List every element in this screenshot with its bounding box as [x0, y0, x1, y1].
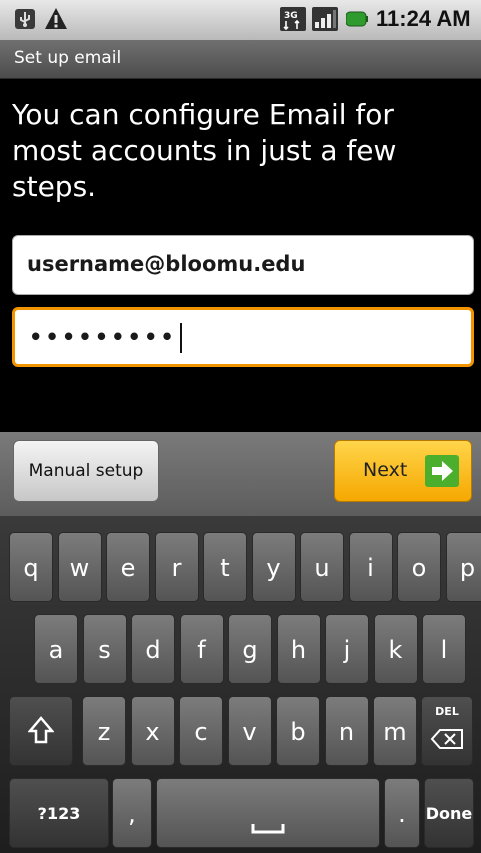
usb-debug-icon [15, 9, 35, 29]
key-o-label: o [411, 554, 427, 582]
key-r[interactable]: r [154, 532, 199, 602]
title-bar: Set up email [0, 40, 481, 79]
key-a[interactable]: a [34, 614, 78, 684]
soft-keyboard: q w e r t y u i o p a s d f g h j k l z x c v b n m DEL ?123,. Done [0, 516, 481, 853]
key-w-label: w [69, 554, 90, 582]
network-3g-icon: 3G [280, 7, 306, 31]
key-v[interactable]: v [227, 696, 272, 766]
warning-icon [45, 8, 67, 29]
key-r-label: r [171, 554, 182, 582]
delete-key[interactable]: DEL [421, 696, 473, 766]
manual-setup-button[interactable]: Manual setup [13, 440, 159, 502]
key-s-label: s [98, 636, 111, 664]
key-n-label: n [338, 718, 355, 746]
key-comma[interactable]: , [112, 778, 152, 848]
done-key[interactable]: Done [424, 778, 474, 848]
key-f-label: f [197, 636, 206, 664]
key-comma-label: , [128, 800, 136, 828]
key-j[interactable]: j [325, 614, 369, 684]
key-i[interactable]: i [348, 532, 393, 602]
key-j-label: j [343, 636, 351, 664]
key-q-label: q [23, 554, 39, 582]
key-period[interactable]: . [384, 778, 420, 848]
key-g[interactable]: g [228, 614, 272, 684]
key-d-label: d [145, 636, 161, 664]
key-z-label: z [97, 718, 111, 746]
svg-text:3G: 3G [284, 11, 298, 21]
signal-strength-icon [312, 7, 338, 31]
email-value: username@bloomu.edu [27, 252, 306, 276]
key-x[interactable]: x [130, 696, 175, 766]
key-l[interactable]: l [422, 614, 466, 684]
key-s[interactable]: s [82, 614, 127, 684]
battery-icon [346, 11, 368, 27]
key-i-label: i [367, 554, 374, 582]
key-p[interactable]: p [445, 532, 481, 602]
symbols-key[interactable]: ?123 [9, 778, 109, 848]
key-b[interactable]: b [276, 696, 320, 766]
password-value: ••••••••• [29, 323, 182, 353]
next-button-label: Next [363, 459, 408, 481]
key-u[interactable]: u [300, 532, 344, 602]
arrow-right-icon [425, 455, 459, 487]
next-button[interactable]: Next [334, 440, 472, 502]
key-t-label: t [220, 554, 230, 582]
text-cursor [179, 323, 182, 353]
page-title: Set up email [14, 48, 122, 68]
key-m[interactable]: m [373, 696, 417, 766]
key-g-label: g [242, 636, 258, 664]
key-h[interactable]: h [276, 614, 321, 684]
key-w[interactable]: w [57, 532, 102, 602]
shift-icon [28, 716, 54, 744]
key-x-label: x [145, 718, 160, 746]
space-icon [251, 823, 285, 834]
key-e-label: e [120, 554, 136, 582]
spacebar-key[interactable] [156, 778, 380, 848]
key-m-label: m [383, 718, 407, 746]
key-l-label: l [440, 636, 448, 664]
key-u-label: u [314, 554, 330, 582]
key-p-label: p [459, 554, 476, 582]
shift-key[interactable] [9, 696, 73, 766]
password-dots: ••••••••• [29, 325, 177, 349]
clock-time: 11:24 AM [376, 6, 471, 31]
key-t[interactable]: t [203, 532, 247, 602]
delete-key-label: DEL [435, 705, 459, 718]
key-v-label: v [242, 718, 257, 746]
key-h-label: h [290, 636, 307, 664]
key-q[interactable]: q [9, 532, 53, 602]
button-bar: Manual setup Next [0, 432, 481, 516]
key-f[interactable]: f [179, 614, 224, 684]
key-y-label: y [266, 554, 281, 582]
key-k[interactable]: k [373, 614, 418, 684]
key-d[interactable]: d [131, 614, 175, 684]
key-k-label: k [388, 636, 403, 664]
done-key-label: Done [425, 804, 473, 823]
key-n[interactable]: n [324, 696, 369, 766]
backspace-icon [430, 729, 463, 750]
key-e[interactable]: e [106, 532, 150, 602]
key-y[interactable]: y [251, 532, 296, 602]
key-o[interactable]: o [397, 532, 441, 602]
key-a-label: a [48, 636, 64, 664]
key-c[interactable]: c [179, 696, 223, 766]
status-bar: 3G 11:24 AM [0, 0, 481, 40]
key-c-label: c [194, 718, 208, 746]
intro-text: You can configure Email for most account… [12, 98, 397, 203]
key-b-label: b [290, 718, 306, 746]
symbols-key-label: ?123 [37, 804, 81, 823]
key-period-label: . [398, 800, 406, 828]
password-field[interactable]: ••••••••• [12, 307, 474, 367]
email-field[interactable]: username@bloomu.edu [12, 235, 474, 295]
key-z[interactable]: z [82, 696, 126, 766]
